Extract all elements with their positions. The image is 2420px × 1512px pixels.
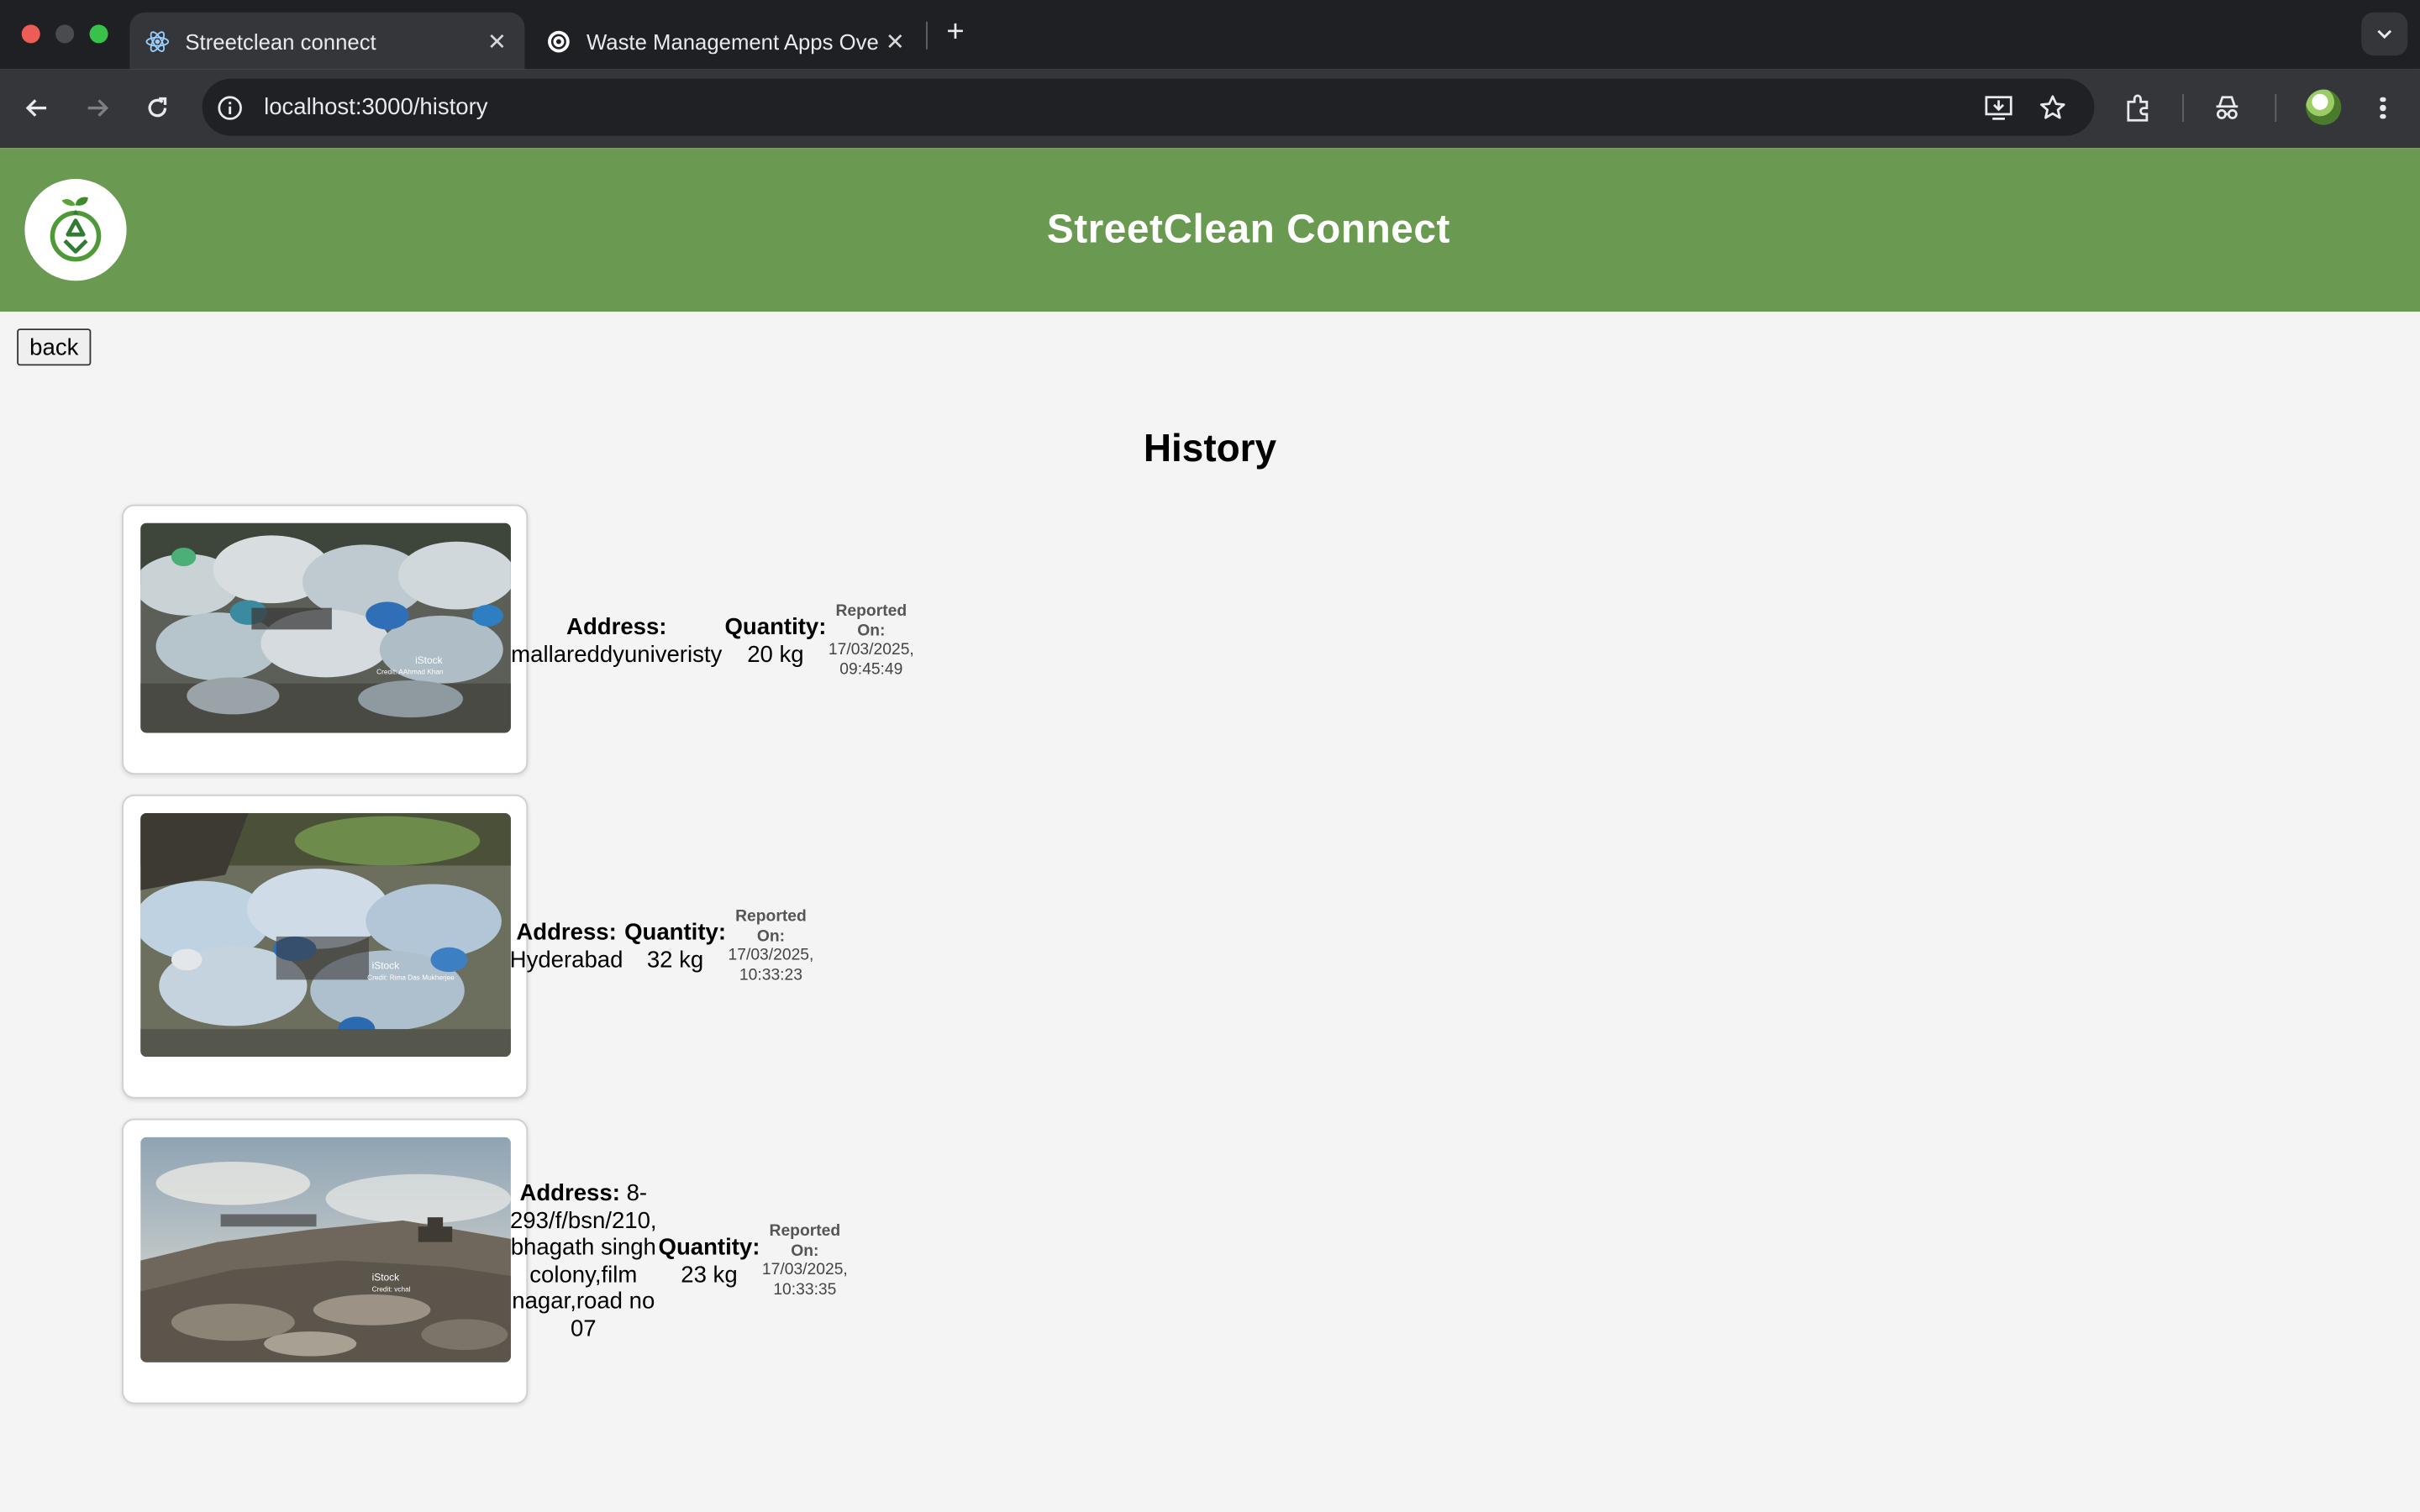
- toolbar-divider: [2275, 94, 2277, 123]
- report-date: Reported On: 17/03/2025, 09:45:49: [828, 601, 914, 679]
- toolbar-divider: [2182, 94, 2184, 123]
- report-address: Address: 8- 293/f/bsn/210, bhagath singh…: [509, 1180, 657, 1342]
- bookmark-star-icon[interactable]: [2037, 92, 2068, 123]
- report-date: Reported On: 17/03/2025, 10:33:23: [728, 906, 814, 984]
- close-icon[interactable]: ✕: [883, 29, 908, 55]
- window-close-button[interactable]: [21, 24, 40, 44]
- image-credit: Credit: vchal: [372, 1285, 411, 1293]
- tab-search-button[interactable]: [2361, 12, 2408, 56]
- history-card: iStock Credit: Rima Das Mukherjee: [122, 794, 529, 1099]
- history-card: iStock Credit: AAhmad Khan: [122, 504, 529, 775]
- openai-icon: [546, 29, 571, 53]
- more-menu-icon[interactable]: [2370, 90, 2395, 127]
- report-date: Reported On: 17/03/2025, 10:33:35: [761, 1221, 848, 1299]
- back-arrow-icon[interactable]: [18, 90, 55, 127]
- report-quantity: Quantity: 32 kg: [624, 919, 727, 974]
- image-credit: Credit: AAhmad Khan: [376, 669, 444, 676]
- tab-title: Waste Management Apps Ove: [586, 28, 879, 54]
- waste-photo: iStock Credit: AAhmad Khan: [140, 522, 511, 733]
- reload-icon[interactable]: [139, 90, 176, 127]
- report-quantity: Quantity: 23 kg: [658, 1234, 760, 1288]
- address-bar[interactable]: localhost:3000/history: [202, 78, 2095, 136]
- window-maximize-button[interactable]: [89, 24, 108, 44]
- history-card: iStock Credit: vchal: [122, 1118, 529, 1404]
- tab-waste-apps[interactable]: Waste Management Apps Ove ✕: [531, 13, 923, 70]
- browser-tabstrip: Streetclean connect ✕ Waste Management A…: [0, 0, 2420, 70]
- report-address: Address: mallareddyuniveristy: [511, 614, 723, 668]
- app-header: StreetClean Connect: [0, 148, 2420, 312]
- image-watermark: iStock: [372, 1271, 400, 1283]
- profile-avatar[interactable]: [2306, 89, 2342, 125]
- url-text[interactable]: localhost:3000/history: [264, 94, 487, 120]
- back-button[interactable]: back: [17, 328, 92, 366]
- window-minimize-button[interactable]: [55, 24, 75, 44]
- chevron-down-icon: [2377, 29, 2392, 39]
- image-credit: Credit: Rima Das Mukherjee: [367, 974, 455, 981]
- site-info-icon[interactable]: [214, 92, 245, 123]
- extensions-icon[interactable]: [2121, 91, 2154, 124]
- page-content: StreetClean Connect back History iStock …: [0, 148, 2420, 1512]
- waste-photo: iStock Credit: vchal: [140, 1137, 511, 1362]
- image-watermark: iStock: [372, 959, 400, 971]
- react-icon: [145, 29, 170, 53]
- close-icon[interactable]: ✕: [485, 29, 509, 55]
- browser-toolbar: localhost:3000/history: [0, 69, 2420, 149]
- image-watermark: iStock: [415, 654, 443, 666]
- incognito-icon[interactable]: [2210, 91, 2244, 124]
- new-tab-icon[interactable]: +: [939, 15, 972, 49]
- page-title: History: [1143, 427, 1277, 471]
- waste-photo: iStock Credit: Rima Das Mukherjee: [140, 812, 511, 1058]
- tab-title: Streetclean connect: [185, 28, 376, 54]
- tab-divider: [926, 21, 928, 50]
- install-app-icon[interactable]: [1983, 92, 2014, 123]
- screen: Streetclean connect ✕ Waste Management A…: [0, 0, 2420, 1512]
- tab-streetclean[interactable]: Streetclean connect ✕: [129, 12, 525, 70]
- report-quantity: Quantity: 20 kg: [724, 614, 827, 668]
- site-title: StreetClean Connect: [1046, 205, 1450, 252]
- report-address: Address: Hyderabad: [509, 919, 623, 974]
- forward-arrow-icon[interactable]: [79, 90, 116, 127]
